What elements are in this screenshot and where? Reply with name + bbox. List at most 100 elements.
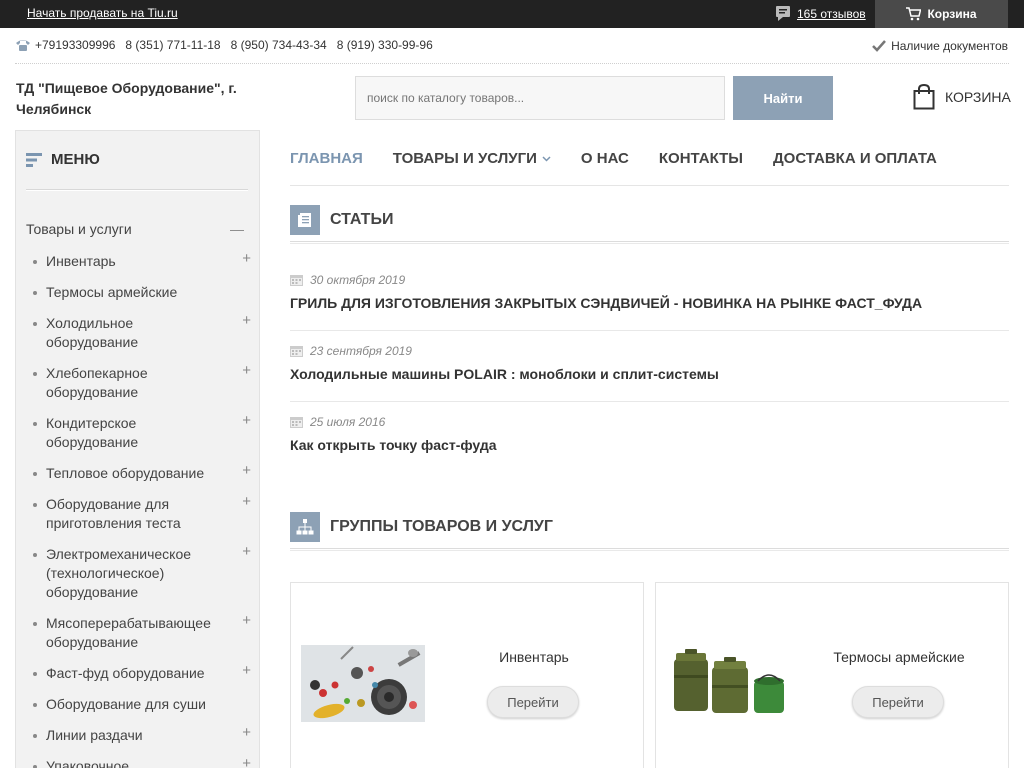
sidebar-item[interactable]: Электромеханическое (технологическое) об… xyxy=(26,542,251,602)
kitchen-utensils-image[interactable] xyxy=(301,645,425,722)
sidebar-item[interactable]: Хлебопекарное оборудование + xyxy=(26,361,251,402)
nav-item-label: ТОВАРЫ И УСЛУГИ xyxy=(392,150,537,167)
sidebar-item-label: Тепловое оборудование xyxy=(46,465,205,481)
sidebar-item[interactable]: Мясоперерабатывающее оборудование + xyxy=(26,611,251,652)
expand-icon[interactable]: + xyxy=(242,461,251,480)
start-selling-link[interactable]: Начать продавать на Tiu.ru xyxy=(27,6,178,20)
nav-item-goods[interactable]: ТОВАРЫ И УСЛУГИ xyxy=(393,150,551,167)
articles-heading: СТАТЬИ xyxy=(290,205,393,235)
top-cart-button[interactable]: Корзина xyxy=(875,0,1008,28)
sidebar-item[interactable]: Инвентарь + xyxy=(26,249,251,271)
search-input[interactable] xyxy=(355,76,725,120)
sidebar-item-label: Упаковочное xyxy=(46,758,130,768)
divider xyxy=(26,189,248,191)
article-date: 23 сентября 2019 xyxy=(290,344,1009,358)
documents-link[interactable]: Наличие документов xyxy=(872,39,1008,53)
sidebar-item-goods-services[interactable]: Товары и услуги — xyxy=(26,221,244,237)
article-date-text: 25 июля 2016 xyxy=(310,415,386,429)
sidebar-item[interactable]: Линии раздачи + xyxy=(26,723,251,745)
nav-item-home[interactable]: ГЛАВНАЯ xyxy=(290,150,363,167)
bullet-icon xyxy=(33,422,37,426)
sidebar-item[interactable]: Холодильное оборудование + xyxy=(26,311,251,352)
bullet-icon xyxy=(33,503,37,507)
article-title[interactable]: ГРИЛЬ ДЛЯ ИЗГОТОВЛЕНИЯ ЗАКРЫТЫХ СЭНДВИЧЕ… xyxy=(290,295,1009,311)
product-group-card: Термосы армейские Перейти xyxy=(655,582,1009,768)
phone-number[interactable]: 8 (351) 771-11-18 xyxy=(125,38,220,52)
expand-icon[interactable]: + xyxy=(242,411,251,430)
sidebar-item-label: Хлебопекарное оборудование xyxy=(46,365,148,400)
phone-number[interactable]: 8 (950) 734-43-34 xyxy=(231,38,327,52)
expand-icon[interactable]: + xyxy=(242,249,251,268)
expand-icon[interactable]: + xyxy=(242,311,251,330)
group-name[interactable]: Инвентарь xyxy=(441,649,627,665)
phone-number[interactable]: 8 (919) 330-99-96 xyxy=(337,38,433,52)
company-name[interactable]: ТД "Пищевое Оборудование", г. Челябинск xyxy=(16,78,276,120)
sidebar-item-label: Товары и услуги xyxy=(26,221,132,237)
go-button[interactable]: Перейти xyxy=(487,686,579,718)
divider xyxy=(290,330,1009,331)
bullet-icon xyxy=(33,553,37,557)
bullet-icon xyxy=(33,260,37,264)
nav-item-about[interactable]: О НАС xyxy=(581,150,629,167)
sidebar-menu: МЕНЮ Товары и услуги — Инвентарь + Термос… xyxy=(15,130,260,768)
reviews-link[interactable]: 165 отзывов xyxy=(776,6,866,22)
sidebar-item[interactable]: Термосы армейские xyxy=(26,283,251,302)
divider xyxy=(290,185,1009,186)
sidebar-item-label: Инвентарь xyxy=(46,253,116,269)
search-button[interactable]: Найти xyxy=(733,76,833,120)
main-nav: ГЛАВНАЯ ТОВАРЫ И УСЛУГИ О НАС КОНТАКТЫ Д… xyxy=(290,150,967,167)
sidebar-item-label: Термосы армейские xyxy=(46,284,178,300)
sidebar-item[interactable]: Оборудование для суши xyxy=(26,695,251,714)
sidebar-item[interactable]: Тепловое оборудование + xyxy=(26,461,251,483)
group-name[interactable]: Термосы армейские xyxy=(806,649,992,665)
bullet-icon xyxy=(33,672,37,676)
sidebar-item-label: Электромеханическое (технологическое) об… xyxy=(46,546,192,600)
sitemap-icon xyxy=(290,512,320,542)
article-date: 30 октября 2019 xyxy=(290,273,1009,287)
sidebar-item[interactable]: Фаст-фуд оборудование + xyxy=(26,661,251,683)
expand-icon[interactable]: + xyxy=(242,611,251,630)
expand-icon[interactable]: + xyxy=(242,492,251,511)
expand-icon[interactable]: + xyxy=(242,723,251,742)
chevron-down-icon xyxy=(542,155,551,162)
shopping-bag-icon xyxy=(913,84,935,110)
collapse-icon[interactable]: — xyxy=(230,221,244,237)
divider xyxy=(15,63,1009,64)
divider xyxy=(290,548,1009,551)
top-cart-label: Корзина xyxy=(927,7,977,21)
calendar-icon xyxy=(290,417,303,428)
army-thermos-image[interactable] xyxy=(666,645,790,722)
sidebar-item[interactable]: Кондитерское оборудование + xyxy=(26,411,251,452)
nav-item-delivery[interactable]: ДОСТАВКА И ОПЛАТА xyxy=(773,150,937,167)
calendar-icon xyxy=(290,275,303,286)
divider xyxy=(290,241,1009,244)
nav-item-label: ГЛАВНАЯ xyxy=(290,150,363,167)
bullet-icon xyxy=(33,322,37,326)
article-title[interactable]: Как открыть точку фаст-фуда xyxy=(290,437,1009,453)
nav-item-label: ДОСТАВКА И ОПЛАТА xyxy=(772,150,937,167)
article-title[interactable]: Холодильные машины POLAIR : моноблоки и … xyxy=(290,366,1009,382)
expand-icon[interactable]: + xyxy=(242,754,251,768)
article-item[interactable]: 30 октября 2019 ГРИЛЬ ДЛЯ ИЗГОТОВЛЕНИЯ З… xyxy=(290,273,1009,311)
nav-item-label: О НАС xyxy=(580,150,629,167)
cart-link[interactable]: КОРЗИНА xyxy=(913,84,1011,110)
bullet-icon xyxy=(33,472,37,476)
section-title: ГРУППЫ ТОВАРОВ И УСЛУГ xyxy=(330,518,553,535)
documents-label: Наличие документов xyxy=(891,39,1008,53)
phone-number[interactable]: +79193309996 xyxy=(35,38,115,52)
nav-item-contacts[interactable]: КОНТАКТЫ xyxy=(659,150,743,167)
go-button[interactable]: Перейти xyxy=(852,686,944,718)
article-item[interactable]: 25 июля 2016 Как открыть точку фаст-фуда xyxy=(290,415,1009,453)
article-item[interactable]: 23 сентября 2019 Холодильные машины POLA… xyxy=(290,344,1009,382)
menu-title: МЕНЮ xyxy=(51,151,100,168)
article-date-text: 23 сентября 2019 xyxy=(310,344,412,358)
expand-icon[interactable]: + xyxy=(242,661,251,680)
menu-header[interactable]: МЕНЮ xyxy=(26,151,100,168)
document-icon xyxy=(290,205,320,235)
phone-icon xyxy=(16,40,30,51)
expand-icon[interactable]: + xyxy=(242,542,251,561)
expand-icon[interactable]: + xyxy=(242,361,251,380)
sidebar-item[interactable]: Оборудование для приготовления теста + xyxy=(26,492,251,533)
sidebar-item[interactable]: Упаковочное + xyxy=(26,754,251,768)
sidebar-item-label: Мясоперерабатывающее оборудование xyxy=(46,615,211,650)
